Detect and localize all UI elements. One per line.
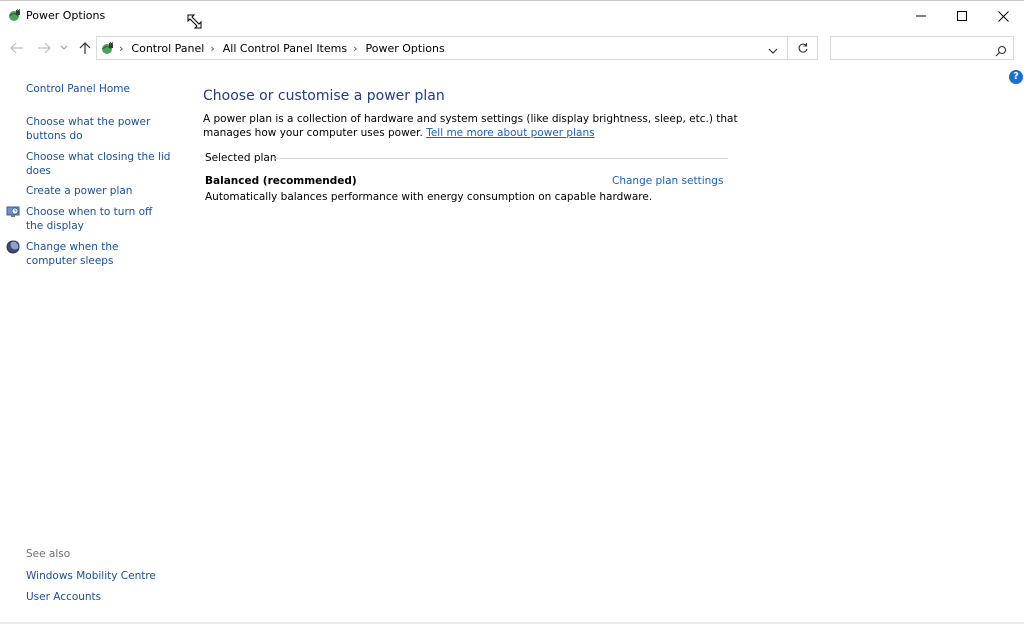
back-button[interactable] [8, 39, 26, 57]
sidebar-item-closing-lid[interactable]: Choose what closing the lid does [26, 150, 171, 178]
chevron-down-icon [768, 48, 778, 54]
close-icon [997, 10, 1009, 22]
see-also-user-accounts[interactable]: User Accounts [26, 590, 171, 604]
up-button[interactable] [76, 39, 94, 57]
help-icon[interactable]: ? [1009, 70, 1023, 84]
page-title: Choose or customise a power plan [203, 88, 445, 104]
recent-locations-button[interactable] [58, 39, 70, 57]
chevron-right-icon: › [119, 41, 124, 55]
breadcrumb-power-options[interactable]: Power Options [366, 42, 445, 55]
monitor-icon [6, 204, 20, 218]
address-bar[interactable]: › Control Panel › All Control Panel Item… [96, 36, 788, 60]
refresh-button[interactable] [788, 36, 818, 60]
learn-more-link[interactable]: Tell me more about power plans [426, 127, 594, 139]
maximize-button[interactable] [941, 1, 983, 31]
sidebar-item-control-panel-home[interactable]: Control Panel Home [26, 82, 171, 96]
navigation-bar: › Control Panel › All Control Panel Item… [0, 35, 1024, 63]
address-dropdown-button[interactable] [767, 42, 779, 54]
title-bar: Power Options [0, 1, 1024, 31]
divider [275, 158, 728, 159]
chevron-down-icon [60, 45, 68, 50]
page-description: A power plan is a collection of hardware… [203, 112, 763, 140]
search-icon [995, 42, 1007, 57]
forward-button[interactable] [35, 39, 53, 57]
power-options-icon [7, 8, 22, 23]
refresh-icon [798, 43, 808, 53]
chevron-right-icon: › [353, 41, 358, 55]
minimize-icon [916, 15, 926, 17]
breadcrumb-control-panel[interactable]: Control Panel [131, 42, 204, 55]
moon-icon [6, 239, 20, 254]
back-arrow-icon [10, 42, 23, 54]
sidebar-item-computer-sleeps[interactable]: Change when the computer sleeps [26, 240, 171, 268]
see-also-mobility-centre[interactable]: Windows Mobility Centre [26, 569, 171, 583]
up-arrow-icon [79, 42, 91, 54]
plan-description: Automatically balances performance with … [205, 191, 653, 203]
power-options-window: Power Options › Control Panel › All Cont… [0, 0, 1024, 624]
search-input[interactable] [830, 36, 1014, 60]
minimize-button[interactable] [900, 1, 942, 31]
sidebar-item-power-buttons[interactable]: Choose what the power buttons do [26, 115, 171, 143]
forward-arrow-icon [38, 42, 51, 54]
chevron-right-icon: › [210, 41, 215, 55]
window-title: Power Options [26, 9, 106, 22]
change-plan-settings-link[interactable]: Change plan settings [612, 175, 723, 187]
sidebar-item-create-plan[interactable]: Create a power plan [26, 184, 171, 198]
breadcrumb: › Control Panel › All Control Panel Item… [119, 37, 445, 59]
close-button[interactable] [982, 1, 1024, 31]
selected-plan-heading: Selected plan [205, 152, 277, 164]
resize-cursor-icon [186, 13, 206, 33]
breadcrumb-all-items[interactable]: All Control Panel Items [223, 42, 347, 55]
control-panel-icon [100, 40, 116, 56]
see-also-heading: See also [26, 548, 71, 560]
plan-name: Balanced (recommended) [205, 175, 357, 187]
maximize-icon [957, 11, 967, 21]
sidebar-item-turn-off-display[interactable]: Choose when to turn off the display [26, 205, 171, 233]
